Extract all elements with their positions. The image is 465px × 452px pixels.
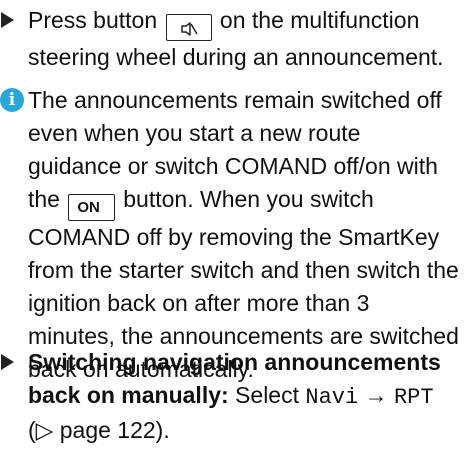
step-text-before: Press button [28,7,164,33]
instruction-step-mute: Press button on the multifunction steeri… [1,4,460,74]
info-note: i The announcements remain switched off … [0,84,460,386]
manual-page: Press button on the multifunction steeri… [0,0,465,452]
on-button-key: ON [68,194,115,221]
mute-button-key [165,14,212,41]
info-icon: i [0,88,24,112]
instruction-step-reactivate: Switching navigation announcements back … [1,346,460,447]
step-bullet-icon [1,12,14,28]
menu-item-rpt: RPT [393,385,434,410]
menu-arrow: → [358,382,394,408]
select-text: Select [228,382,306,408]
speaker-mute-icon [180,21,198,36]
step-bullet-icon [1,354,14,370]
page-reference: (▷ page 122). [28,417,170,443]
menu-item-navi: Navi [305,385,359,410]
